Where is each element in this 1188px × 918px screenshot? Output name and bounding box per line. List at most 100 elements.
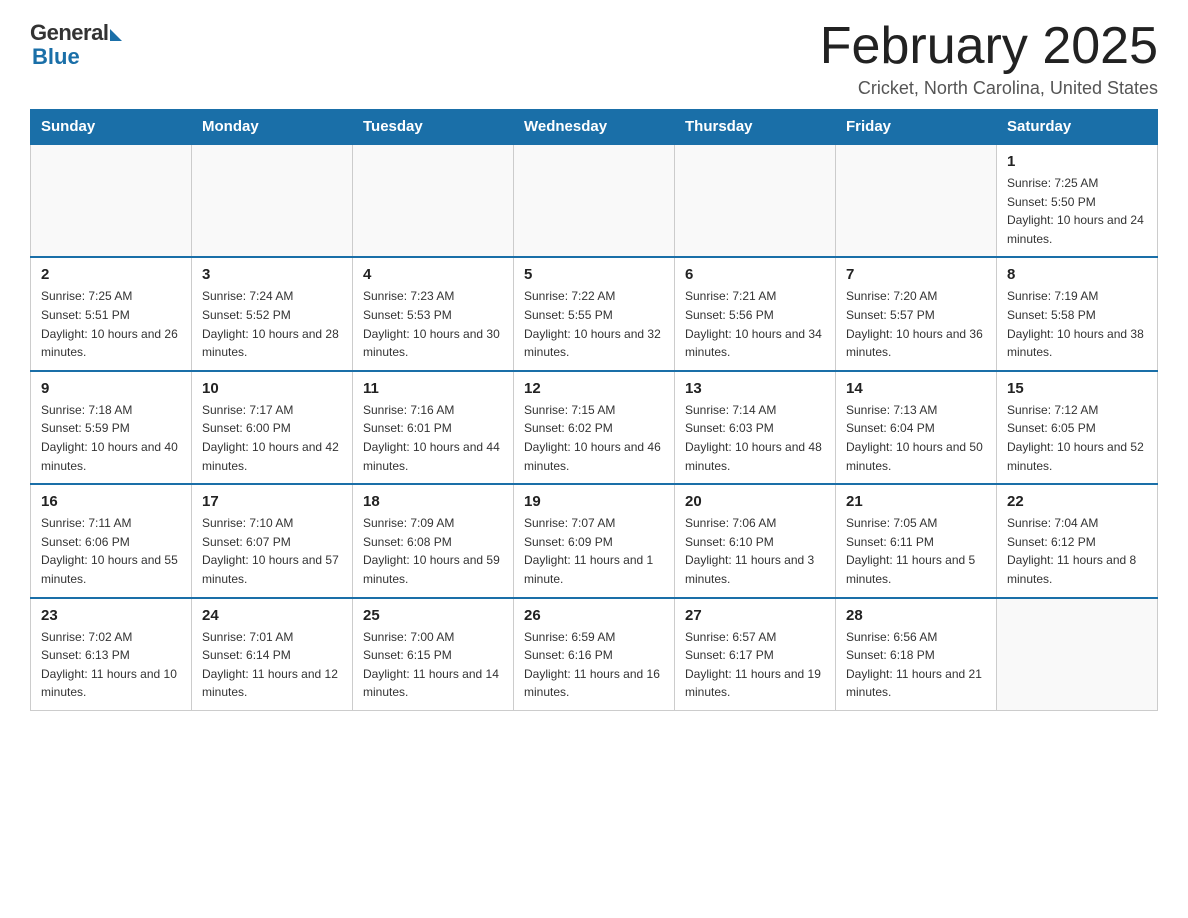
calendar-cell: 18 Sunrise: 7:09 AM Sunset: 6:08 PM Dayli…: [353, 484, 514, 597]
week-row-4: 16 Sunrise: 7:11 AM Sunset: 6:06 PM Dayli…: [31, 484, 1158, 597]
day-info: Sunrise: 7:18 AM Sunset: 5:59 PM Dayligh…: [41, 401, 181, 475]
day-info: Sunrise: 7:23 AM Sunset: 5:53 PM Dayligh…: [363, 287, 503, 361]
day-number: 15: [1007, 380, 1147, 397]
day-info: Sunrise: 7:20 AM Sunset: 5:57 PM Dayligh…: [846, 287, 986, 361]
calendar-cell: 15 Sunrise: 7:12 AM Sunset: 6:05 PM Dayli…: [997, 371, 1158, 484]
calendar-cell: 26Sunrise: 6:59 AM Sunset: 6:16 PM Dayli…: [514, 598, 675, 711]
day-number: 14: [846, 380, 986, 397]
day-info: Sunrise: 7:17 AM Sunset: 6:00 PM Dayligh…: [202, 401, 342, 475]
calendar-cell: [192, 144, 353, 257]
week-row-3: 9 Sunrise: 7:18 AM Sunset: 5:59 PM Daylig…: [31, 371, 1158, 484]
day-number: 28: [846, 607, 986, 624]
day-info: Sunrise: 7:25 AM Sunset: 5:50 PM Dayligh…: [1007, 174, 1147, 248]
day-number: 12: [524, 380, 664, 397]
day-info: Sunrise: 7:05 AM Sunset: 6:11 PM Dayligh…: [846, 514, 986, 588]
day-info: Sunrise: 7:01 AM Sunset: 6:14 PM Dayligh…: [202, 628, 342, 702]
day-info: Sunrise: 7:11 AM Sunset: 6:06 PM Dayligh…: [41, 514, 181, 588]
day-info: Sunrise: 7:12 AM Sunset: 6:05 PM Dayligh…: [1007, 401, 1147, 475]
calendar-cell: [997, 598, 1158, 711]
calendar-cell: 11 Sunrise: 7:16 AM Sunset: 6:01 PM Dayli…: [353, 371, 514, 484]
day-info: Sunrise: 7:25 AM Sunset: 5:51 PM Dayligh…: [41, 287, 181, 361]
day-number: 6: [685, 266, 825, 283]
day-info: Sunrise: 7:07 AM Sunset: 6:09 PM Dayligh…: [524, 514, 664, 588]
day-info: Sunrise: 7:09 AM Sunset: 6:08 PM Dayligh…: [363, 514, 503, 588]
day-number: 25: [363, 607, 503, 624]
day-number: 24: [202, 607, 342, 624]
calendar-cell: [675, 144, 836, 257]
day-number: 22: [1007, 493, 1147, 510]
logo-triangle-icon: [110, 29, 122, 41]
title-block: February 2025 Cricket, North Carolina, U…: [820, 20, 1158, 99]
day-number: 11: [363, 380, 503, 397]
day-info: Sunrise: 7:19 AM Sunset: 5:58 PM Dayligh…: [1007, 287, 1147, 361]
week-row-2: 2Sunrise: 7:25 AM Sunset: 5:51 PM Daylig…: [31, 257, 1158, 370]
calendar-header-row: SundayMondayTuesdayWednesdayThursdayFrid…: [31, 110, 1158, 145]
day-number: 27: [685, 607, 825, 624]
calendar-cell: 5 Sunrise: 7:22 AM Sunset: 5:55 PM Daylig…: [514, 257, 675, 370]
day-number: 7: [846, 266, 986, 283]
month-title: February 2025: [820, 20, 1158, 72]
calendar-cell: [31, 144, 192, 257]
calendar-cell: [353, 144, 514, 257]
calendar-table: SundayMondayTuesdayWednesdayThursdayFrid…: [30, 109, 1158, 711]
day-number: 18: [363, 493, 503, 510]
page-header: General Blue February 2025 Cricket, Nort…: [30, 20, 1158, 99]
day-number: 17: [202, 493, 342, 510]
calendar-cell: 4 Sunrise: 7:23 AM Sunset: 5:53 PM Daylig…: [353, 257, 514, 370]
day-info: Sunrise: 7:13 AM Sunset: 6:04 PM Dayligh…: [846, 401, 986, 475]
logo-blue-text: Blue: [30, 44, 80, 70]
day-header-friday: Friday: [836, 110, 997, 145]
calendar-cell: 16 Sunrise: 7:11 AM Sunset: 6:06 PM Dayli…: [31, 484, 192, 597]
day-info: Sunrise: 7:16 AM Sunset: 6:01 PM Dayligh…: [363, 401, 503, 475]
day-info: Sunrise: 7:04 AM Sunset: 6:12 PM Dayligh…: [1007, 514, 1147, 588]
calendar-cell: 8 Sunrise: 7:19 AM Sunset: 5:58 PM Daylig…: [997, 257, 1158, 370]
day-number: 21: [846, 493, 986, 510]
day-info: Sunrise: 6:57 AM Sunset: 6:17 PM Dayligh…: [685, 628, 825, 702]
day-info: Sunrise: 6:56 AM Sunset: 6:18 PM Dayligh…: [846, 628, 986, 702]
calendar-cell: 6Sunrise: 7:21 AM Sunset: 5:56 PM Daylig…: [675, 257, 836, 370]
day-number: 23: [41, 607, 181, 624]
day-number: 9: [41, 380, 181, 397]
calendar-cell: 22 Sunrise: 7:04 AM Sunset: 6:12 PM Dayli…: [997, 484, 1158, 597]
calendar-cell: 10 Sunrise: 7:17 AM Sunset: 6:00 PM Dayli…: [192, 371, 353, 484]
location-text: Cricket, North Carolina, United States: [820, 78, 1158, 99]
calendar-cell: 28 Sunrise: 6:56 AM Sunset: 6:18 PM Dayli…: [836, 598, 997, 711]
calendar-cell: 3 Sunrise: 7:24 AM Sunset: 5:52 PM Daylig…: [192, 257, 353, 370]
calendar-cell: 21 Sunrise: 7:05 AM Sunset: 6:11 PM Dayli…: [836, 484, 997, 597]
calendar-cell: [514, 144, 675, 257]
day-info: Sunrise: 7:15 AM Sunset: 6:02 PM Dayligh…: [524, 401, 664, 475]
day-header-thursday: Thursday: [675, 110, 836, 145]
day-header-saturday: Saturday: [997, 110, 1158, 145]
day-number: 16: [41, 493, 181, 510]
day-number: 1: [1007, 153, 1147, 170]
calendar-cell: 20Sunrise: 7:06 AM Sunset: 6:10 PM Dayli…: [675, 484, 836, 597]
day-info: Sunrise: 7:02 AM Sunset: 6:13 PM Dayligh…: [41, 628, 181, 702]
day-number: 4: [363, 266, 503, 283]
day-info: Sunrise: 7:24 AM Sunset: 5:52 PM Dayligh…: [202, 287, 342, 361]
day-header-wednesday: Wednesday: [514, 110, 675, 145]
calendar-cell: 17Sunrise: 7:10 AM Sunset: 6:07 PM Dayli…: [192, 484, 353, 597]
day-number: 13: [685, 380, 825, 397]
day-number: 8: [1007, 266, 1147, 283]
day-number: 3: [202, 266, 342, 283]
calendar-cell: 24 Sunrise: 7:01 AM Sunset: 6:14 PM Dayli…: [192, 598, 353, 711]
day-number: 5: [524, 266, 664, 283]
calendar-cell: 23 Sunrise: 7:02 AM Sunset: 6:13 PM Dayli…: [31, 598, 192, 711]
day-header-tuesday: Tuesday: [353, 110, 514, 145]
calendar-cell: 14 Sunrise: 7:13 AM Sunset: 6:04 PM Dayli…: [836, 371, 997, 484]
day-info: Sunrise: 7:06 AM Sunset: 6:10 PM Dayligh…: [685, 514, 825, 588]
day-info: Sunrise: 6:59 AM Sunset: 6:16 PM Dayligh…: [524, 628, 664, 702]
week-row-1: 1 Sunrise: 7:25 AM Sunset: 5:50 PM Daylig…: [31, 144, 1158, 257]
calendar-cell: 9 Sunrise: 7:18 AM Sunset: 5:59 PM Daylig…: [31, 371, 192, 484]
calendar-cell: 25 Sunrise: 7:00 AM Sunset: 6:15 PM Dayli…: [353, 598, 514, 711]
calendar-cell: 27 Sunrise: 6:57 AM Sunset: 6:17 PM Dayli…: [675, 598, 836, 711]
day-number: 19: [524, 493, 664, 510]
logo: General Blue: [30, 20, 122, 70]
day-info: Sunrise: 7:22 AM Sunset: 5:55 PM Dayligh…: [524, 287, 664, 361]
calendar-cell: [836, 144, 997, 257]
calendar-cell: 19 Sunrise: 7:07 AM Sunset: 6:09 PM Dayli…: [514, 484, 675, 597]
calendar-cell: 1 Sunrise: 7:25 AM Sunset: 5:50 PM Daylig…: [997, 144, 1158, 257]
day-info: Sunrise: 7:00 AM Sunset: 6:15 PM Dayligh…: [363, 628, 503, 702]
day-number: 10: [202, 380, 342, 397]
calendar-cell: 12 Sunrise: 7:15 AM Sunset: 6:02 PM Dayli…: [514, 371, 675, 484]
